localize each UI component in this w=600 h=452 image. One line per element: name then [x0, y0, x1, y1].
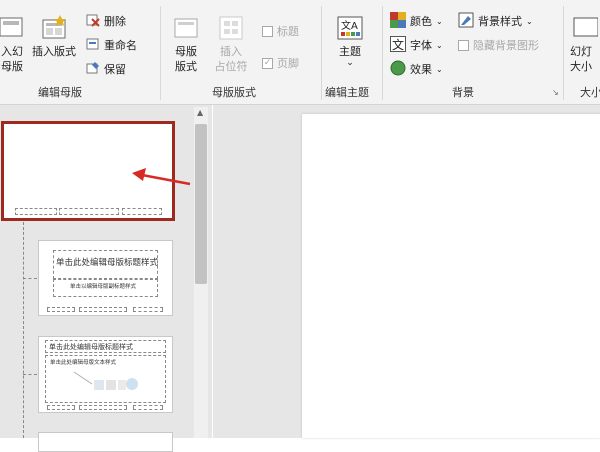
title-checkbox[interactable]: 标题	[262, 21, 299, 41]
insert-placeholder-line1: 插入	[220, 45, 242, 58]
footer-placeholder	[133, 307, 163, 312]
title-checkbox-label: 标题	[277, 25, 299, 38]
insert-slide-master-button[interactable]: 入幻 母版	[0, 14, 30, 74]
insert-layout-label: 插入版式	[32, 45, 76, 58]
layout-thumbnail[interactable]	[38, 432, 173, 452]
footer-placeholder	[79, 405, 127, 410]
rename-label: 重命名	[104, 39, 137, 52]
footer-placeholder	[133, 405, 163, 410]
slide-canvas[interactable]	[302, 114, 600, 438]
fonts-button[interactable]: 文 字体 ⌄	[390, 35, 443, 55]
themes-button[interactable]: 文A 主题 ⌄	[330, 14, 370, 68]
rename-icon	[86, 37, 100, 54]
themes-dropdown-arrow: ⌄	[346, 58, 354, 68]
hide-background-graphics-checkbox[interactable]: 隐藏背景图形	[458, 35, 539, 55]
scrollbar-thumb[interactable]	[195, 124, 207, 284]
tree-connector	[23, 374, 37, 375]
footer-placeholder	[79, 307, 127, 312]
dialog-launcher-icon[interactable]: ↘	[552, 88, 559, 97]
tree-connector	[23, 278, 37, 279]
subtitle-placeholder: 单击以编辑母版副标题样式	[53, 279, 158, 297]
footer-placeholder	[47, 307, 75, 312]
footer-placeholder	[15, 208, 57, 215]
chevron-down-icon: ⌄	[436, 16, 443, 26]
svg-text:文A: 文A	[341, 19, 358, 32]
chevron-down-icon: ⌄	[436, 64, 443, 74]
master-layout-line2: 版式	[175, 60, 197, 73]
placeholder-icon	[217, 14, 245, 42]
chevron-down-icon: ⌄	[436, 40, 443, 50]
fonts-label: 字体	[410, 39, 432, 52]
footer-placeholder	[47, 405, 75, 410]
rename-button[interactable]: 重命名	[86, 35, 137, 55]
ribbon: 入幻 母版 插入版式 删除 重命名 保留 编辑母版 母版 版式 插入 占位符 标…	[0, 0, 600, 105]
insert-layout-icon	[40, 14, 68, 42]
footer-checkbox-label: 页脚	[277, 57, 299, 70]
effects-label: 效果	[410, 63, 432, 76]
group-label-size: 大小	[580, 86, 600, 99]
background-styles-button[interactable]: 背景样式 ⌄	[458, 11, 533, 31]
background-styles-icon	[458, 12, 474, 31]
effects-button[interactable]: 效果 ⌄	[390, 59, 443, 79]
slide-size-icon	[570, 14, 599, 42]
svg-text:文: 文	[392, 37, 404, 52]
title-placeholder: 单击此处编辑母版标题样式	[53, 250, 158, 279]
hide-background-graphics-label: 隐藏背景图形	[473, 39, 539, 52]
delete-icon	[86, 13, 100, 30]
themes-icon: 文A	[336, 14, 364, 42]
group-label-edit-master: 编辑母版	[38, 86, 82, 99]
group-label-background: 背景	[452, 86, 474, 99]
footer-placeholder	[59, 208, 119, 215]
footer-checkbox[interactable]: ✓ 页脚	[262, 53, 299, 73]
colors-button[interactable]: 颜色 ⌄	[390, 11, 443, 31]
slide-size-line1: 幻灯	[570, 45, 592, 58]
master-layout-icon	[172, 14, 200, 42]
group-separator	[382, 6, 383, 100]
insert-placeholder-button[interactable]: 插入 占位符	[207, 14, 255, 74]
content-placeholder-text: 单击此处编辑母版文本样式	[50, 360, 117, 366]
subtitle-placeholder-text: 单击以编辑母版副标题样式	[70, 284, 137, 290]
background-styles-label: 背景样式	[478, 15, 522, 28]
group-separator	[563, 6, 564, 100]
annotation-arrow	[132, 168, 191, 186]
title-placeholder-text: 单击此处编辑母版标题样式	[49, 343, 133, 351]
insert-placeholder-line2: 占位符	[214, 60, 248, 73]
group-label-edit-theme: 编辑主题	[325, 86, 369, 99]
insert-slide-master-line1: 入幻	[1, 45, 23, 58]
title-checkbox-box[interactable]	[262, 25, 273, 37]
title-layout-thumbnail[interactable]: 单击此处编辑母版标题样式 单击以编辑母版副标题样式	[38, 240, 173, 316]
group-separator	[321, 6, 322, 100]
master-layout-button[interactable]: 母版 版式	[168, 14, 204, 74]
content-icons	[73, 371, 138, 390]
effects-icon	[390, 60, 406, 79]
content-placeholder: 单击此处编辑母版文本样式	[45, 355, 166, 403]
insert-layout-button[interactable]: 插入版式	[28, 14, 80, 59]
colors-label: 颜色	[410, 15, 432, 28]
slide-master-icon	[0, 14, 26, 42]
slide-size-button[interactable]: 幻灯 大小	[570, 14, 600, 74]
title-placeholder-text: 单击此处编辑母版标题样式	[56, 258, 159, 268]
fonts-icon: 文	[390, 35, 406, 55]
insert-slide-master-line2: 母版	[1, 60, 23, 73]
group-separator	[160, 6, 161, 100]
title-placeholder: 单击此处编辑母版标题样式	[45, 340, 166, 353]
preserve-label: 保留	[104, 63, 126, 76]
master-layout-line1: 母版	[175, 45, 197, 58]
colors-icon	[390, 11, 406, 31]
chevron-down-icon: ⌄	[526, 16, 533, 26]
delete-label: 删除	[104, 15, 126, 28]
hide-background-graphics-box[interactable]	[458, 39, 469, 51]
title-content-layout-thumbnail[interactable]: 单击此处编辑母版标题样式 单击此处编辑母版文本样式	[38, 336, 173, 413]
pin-icon	[86, 61, 100, 78]
group-label-master-layout: 母版版式	[212, 86, 256, 99]
scroll-up-arrow-icon[interactable]: ▲	[197, 108, 203, 117]
slide-size-line2: 大小	[570, 60, 592, 73]
tree-connector	[23, 222, 24, 438]
preserve-button[interactable]: 保留	[86, 59, 126, 79]
themes-label: 主题	[339, 45, 361, 58]
delete-button[interactable]: 删除	[86, 11, 126, 31]
footer-checkbox-box[interactable]: ✓	[262, 57, 273, 69]
footer-placeholder	[122, 208, 162, 215]
